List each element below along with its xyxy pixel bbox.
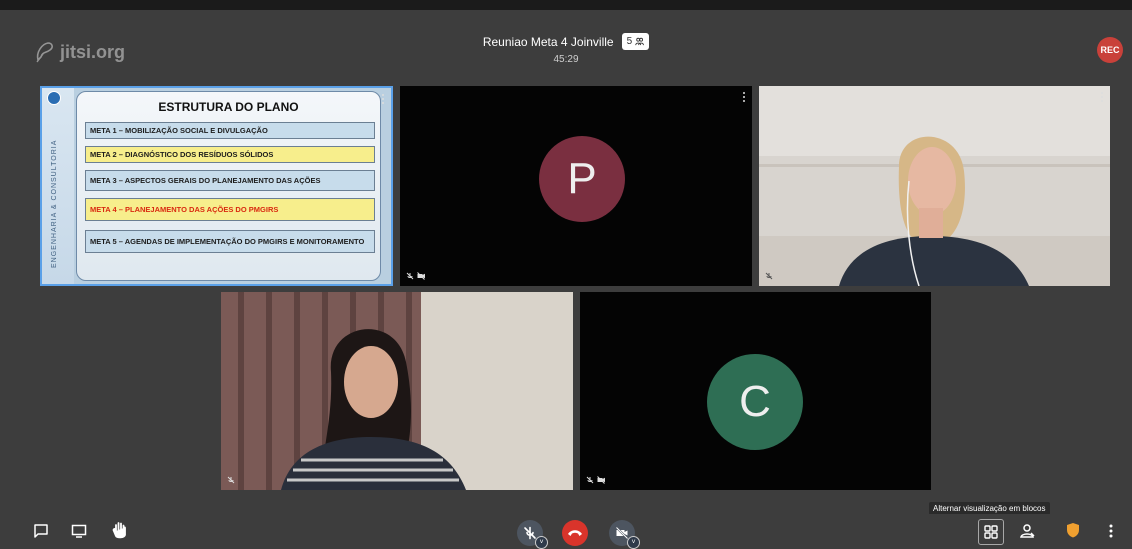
slide-meta-3: META 3 – ASPECTOS GERAIS DO PLANEJAMENTO… — [85, 170, 375, 191]
chat-icon — [34, 524, 48, 538]
tile-indicators — [765, 272, 773, 280]
security-button[interactable] — [1064, 521, 1082, 539]
bottom-toolbar: ˅ ˅ — [0, 514, 1132, 549]
tile-indicators — [406, 272, 425, 280]
microphone-button[interactable]: ˅ — [517, 520, 548, 549]
security-icon — [1067, 523, 1079, 538]
tile-indicators — [586, 476, 605, 484]
screenshare-icon — [71, 524, 87, 538]
raise-hand-button[interactable] — [110, 520, 130, 540]
participant-tile-c[interactable]: C — [580, 292, 931, 490]
participant-video-1 — [759, 86, 1110, 286]
hangup-button[interactable] — [562, 520, 588, 546]
meeting-header: Reuniao Meta 4 Joinville 5 45:29 — [0, 33, 1132, 65]
people-icon — [635, 37, 645, 46]
recording-indicator: REC — [1097, 37, 1123, 63]
avatar-c: C — [707, 354, 803, 450]
avatar-p: P — [539, 136, 625, 222]
screenshare-tile[interactable]: ENGENHARIA & CONSULTORIA ESTRUTURA DO PL… — [40, 86, 393, 286]
hangup-icon — [568, 530, 582, 536]
tile-menu-icon[interactable] — [382, 94, 385, 104]
slide-meta-5: META 5 – AGENDAS DE IMPLEMENTAÇÃO DO PMG… — [85, 230, 375, 253]
camera-off-icon — [597, 476, 605, 484]
participant-tile-video-1[interactable] — [759, 86, 1110, 286]
slide-meta-4: META 4 – PLANEJAMENTO DAS AÇÕES DO PMGIR… — [85, 198, 375, 221]
slide-title: ESTRUTURA DO PLANO — [158, 100, 299, 114]
window-top-frame — [0, 0, 1132, 10]
camera-options-chevron-icon[interactable]: ˅ — [627, 536, 640, 549]
participant-video-2 — [221, 292, 573, 490]
tile-view-button[interactable] — [978, 519, 1004, 545]
slide-side-text: ENGENHARIA & CONSULTORIA — [51, 139, 58, 268]
participant-count-badge[interactable]: 5 — [621, 33, 650, 50]
slide-sidebar: ENGENHARIA & CONSULTORIA — [42, 88, 74, 284]
chat-button[interactable] — [32, 522, 50, 540]
meeting-name: Reuniao Meta 4 Joinville — [482, 34, 614, 49]
participants-button[interactable] — [1018, 522, 1036, 540]
participants-icon — [1020, 524, 1035, 538]
more-icon — [1109, 524, 1113, 538]
meeting-title-row: Reuniao Meta 4 Joinville 5 — [0, 33, 1132, 50]
mic-muted-icon — [586, 476, 594, 484]
more-button[interactable] — [1104, 522, 1118, 540]
slide-meta-2: META 2 – DIAGNÓSTICO DOS RESÍDUOS SÓLIDO… — [85, 146, 375, 163]
raise-hand-icon — [112, 522, 126, 539]
meeting-timer: 45:29 — [553, 54, 579, 65]
mic-muted-icon — [227, 476, 235, 484]
screenshare-button[interactable] — [70, 522, 88, 540]
tile-view-icon — [984, 525, 998, 539]
mic-muted-icon — [406, 272, 414, 280]
mic-muted-icon — [524, 526, 536, 540]
camera-button[interactable]: ˅ — [609, 520, 640, 549]
camera-off-icon — [615, 526, 629, 540]
mic-options-chevron-icon[interactable]: ˅ — [535, 536, 548, 549]
slide-meta-1: META 1 – MOBILIZAÇÃO SOCIAL E DIVULGAÇÃO — [85, 122, 375, 139]
jitsi-meeting-window: jitsi.org Reuniao Meta 4 Joinville 5 45:… — [0, 0, 1132, 549]
participant-tile-video-2[interactable] — [221, 292, 573, 490]
mic-muted-icon — [765, 272, 773, 280]
tile-menu-icon[interactable] — [743, 92, 746, 102]
slide-panel: ESTRUTURA DO PLANO META 1 – MOBILIZAÇÃO … — [76, 91, 381, 281]
tile-indicators — [227, 476, 235, 484]
tile-menu-icon[interactable] — [1101, 92, 1104, 102]
camera-off-icon — [417, 272, 425, 280]
participant-count: 5 — [626, 36, 633, 47]
participant-tile-p[interactable]: P — [400, 86, 752, 286]
